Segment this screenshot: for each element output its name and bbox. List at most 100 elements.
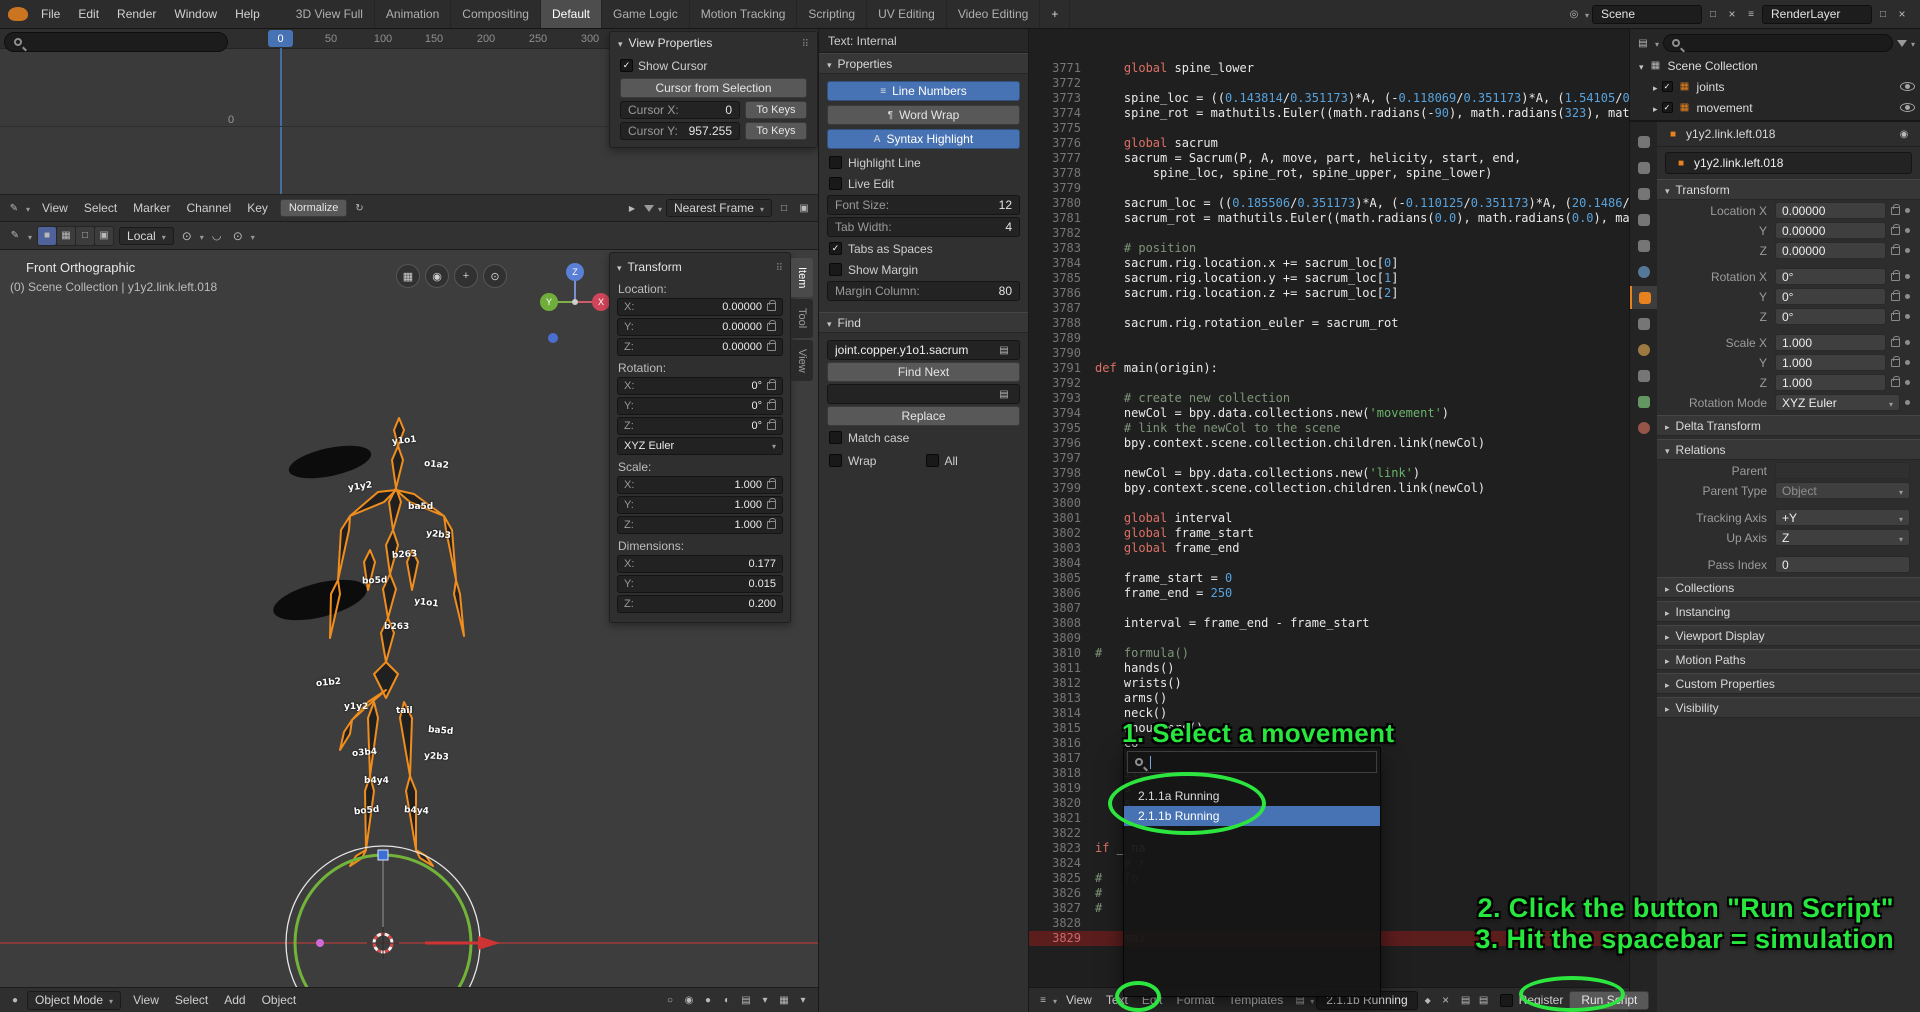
dimension-field[interactable]: Z: 0.200: [617, 595, 783, 613]
graph-search-input[interactable]: [4, 32, 228, 52]
collapsed-section-header[interactable]: Visibility: [1657, 697, 1920, 718]
dimension-field[interactable]: Y: 0.015: [617, 575, 783, 593]
transform-property-row[interactable]: Z 1.000: [1657, 373, 1920, 392]
camera-icon[interactable]: ◉: [425, 264, 449, 288]
collapse-icon[interactable]: [618, 36, 623, 50]
code-line[interactable]: 3811 hands(): [1029, 661, 1629, 676]
show-margin-checkbox[interactable]: Show Margin: [827, 260, 1020, 279]
renderlayer-icon[interactable]: [1743, 6, 1759, 22]
remove-layer-icon[interactable]: [1894, 6, 1910, 22]
rotation-mode-dropdown[interactable]: XYZ Euler: [1775, 394, 1900, 411]
transform-property-row[interactable]: Scale X 1.000: [1657, 333, 1920, 352]
copy-icon[interactable]: [776, 200, 792, 216]
code-line[interactable]: 3777 sacrum = Sacrum(P, A, move, part, h…: [1029, 151, 1629, 166]
code-line[interactable]: 3805 frame_start = 0: [1029, 571, 1629, 586]
sidebar-tab[interactable]: Item: [791, 258, 813, 297]
code-line[interactable]: 3806 frame_end = 250: [1029, 586, 1629, 601]
collapse-icon[interactable]: [827, 57, 832, 71]
tab-width-field[interactable]: Tab Width: 4: [827, 217, 1020, 237]
code-line[interactable]: 3785 sacrum.rig.location.y += sacrum_loc…: [1029, 271, 1629, 286]
animate-icon[interactable]: [1905, 228, 1910, 233]
rotation-field[interactable]: X: 0°: [617, 377, 783, 395]
drag-handle-icon[interactable]: [802, 36, 809, 50]
vertex-mode-icon[interactable]: [38, 227, 56, 245]
checkbox-icon[interactable]: [829, 431, 842, 444]
cursor-from-selection-button[interactable]: Cursor from Selection: [620, 78, 807, 98]
wireframe-shading-icon[interactable]: ○: [662, 992, 678, 1008]
properties-tab-modifiers[interactable]: [1630, 312, 1657, 335]
scene-selector[interactable]: Scene: [1592, 5, 1702, 24]
transform-property-row[interactable]: Y 1.000: [1657, 353, 1920, 372]
properties-tab-object[interactable]: [1630, 286, 1657, 309]
dimension-field[interactable]: X: 0.177: [617, 555, 783, 573]
properties-tab-scene[interactable]: [1630, 234, 1657, 257]
chevron-down-icon[interactable]: [200, 229, 204, 243]
workspace-tab[interactable]: Game Logic: [602, 0, 690, 28]
properties-tab-output[interactable]: [1630, 182, 1657, 205]
expand-icon[interactable]: [1653, 101, 1658, 115]
toggle-button[interactable]: ≡ Line Numbers: [827, 81, 1020, 101]
to-keys-button[interactable]: To Keys: [745, 101, 807, 119]
outliner-collection-row[interactable]: movement: [1635, 97, 1915, 118]
collapse-icon[interactable]: [617, 260, 622, 274]
bookmark-icon[interactable]: [996, 342, 1012, 358]
code-line[interactable]: 3787: [1029, 301, 1629, 316]
header-menu-item[interactable]: Channel: [179, 201, 240, 215]
unlink-scene-icon[interactable]: [1724, 6, 1740, 22]
gizmo-z-label[interactable]: Z: [572, 267, 578, 277]
footer-menu-item[interactable]: View: [125, 993, 167, 1007]
lock-icon[interactable]: [1891, 359, 1900, 367]
properties-tab-render[interactable]: [1630, 156, 1657, 179]
shading-dropdown-icon[interactable]: ▾: [795, 992, 811, 1008]
object-name-field[interactable]: y1y2.link.left.018: [1665, 152, 1912, 174]
lock-icon[interactable]: [767, 501, 776, 509]
lock-icon[interactable]: [1891, 247, 1900, 255]
location-field[interactable]: Y: 0.00000: [617, 318, 783, 336]
chevron-down-icon[interactable]: [26, 201, 30, 215]
toggle-button[interactable]: A Syntax Highlight: [827, 129, 1020, 149]
find-next-button[interactable]: Find Next: [827, 362, 1020, 382]
popup-search-input[interactable]: [1127, 751, 1377, 773]
relations-section-header[interactable]: Relations: [1657, 439, 1920, 460]
menu-item[interactable]: Render: [108, 0, 165, 28]
grid-icon[interactable]: ▦: [396, 264, 420, 288]
code-line[interactable]: 3804: [1029, 556, 1629, 571]
rotation-mode-dropdown[interactable]: XYZ Euler: [617, 437, 783, 455]
rotation-field[interactable]: Y: 0°: [617, 397, 783, 415]
code-line[interactable]: 3813 arms(): [1029, 691, 1629, 706]
lock-icon[interactable]: [767, 303, 776, 311]
chevron-down-icon[interactable]: [1585, 7, 1589, 21]
editor-type-icon[interactable]: [7, 228, 23, 244]
run-script-button[interactable]: Run Script: [1569, 991, 1649, 1010]
lock-icon[interactable]: [1891, 313, 1900, 321]
movement-option[interactable]: 2.1.1b Running: [1124, 806, 1380, 826]
code-line[interactable]: 3794 newCol = bpy.data.collections.new('…: [1029, 406, 1629, 421]
collapse-icon[interactable]: [827, 316, 832, 330]
new-layer-icon[interactable]: [1875, 6, 1891, 22]
collapse-icon[interactable]: [1665, 443, 1670, 457]
lock-icon[interactable]: [767, 422, 776, 430]
normalize-button[interactable]: Normalize: [280, 199, 348, 217]
workspace-tab[interactable]: +: [1040, 0, 1070, 28]
properties-tab-physics[interactable]: [1630, 338, 1657, 361]
chevron-down-icon[interactable]: [1655, 36, 1659, 50]
transform-panel-header[interactable]: Transform: [617, 256, 783, 277]
expand-icon[interactable]: [1665, 605, 1670, 619]
lock-icon[interactable]: [767, 402, 776, 410]
lock-icon[interactable]: [1891, 293, 1900, 301]
code-line[interactable]: 3795 # link the newCol to the scene: [1029, 421, 1629, 436]
location-field[interactable]: Z: 0.00000: [617, 338, 783, 356]
current-frame-indicator[interactable]: 0: [268, 30, 293, 47]
animate-icon[interactable]: [1905, 380, 1910, 385]
footer-menu-item[interactable]: Object: [254, 993, 305, 1007]
header-menu-item[interactable]: View: [34, 201, 76, 215]
collapsed-section-header[interactable]: Instancing: [1657, 601, 1920, 622]
rotation-field[interactable]: Z: 0°: [617, 417, 783, 435]
properties-tab-material[interactable]: [1630, 416, 1657, 439]
file-icon[interactable]: [1458, 992, 1474, 1008]
lock-icon[interactable]: [767, 343, 776, 351]
new-scene-icon[interactable]: [1705, 6, 1721, 22]
transform-property-row[interactable]: Y 0.00000: [1657, 221, 1920, 240]
cursor-tool-icon[interactable]: [624, 200, 640, 216]
workspace-tab[interactable]: Motion Tracking: [690, 0, 798, 28]
